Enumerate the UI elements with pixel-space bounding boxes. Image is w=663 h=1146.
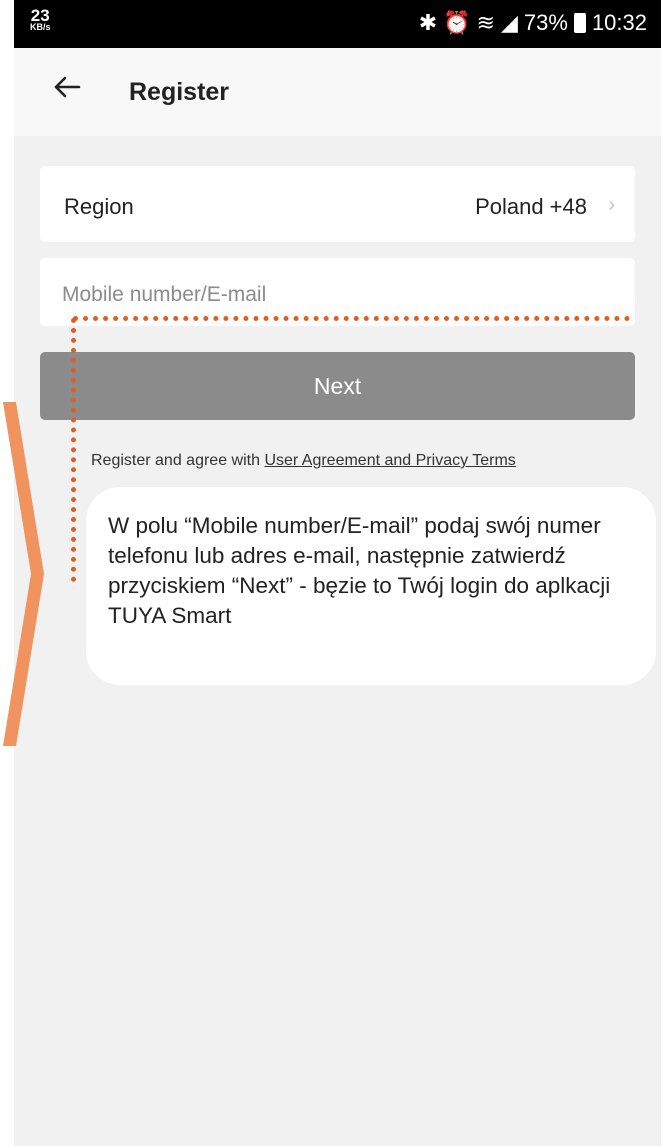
mobile-email-input[interactable]	[60, 276, 604, 314]
back-arrow-icon[interactable]	[52, 72, 82, 102]
app-bar: Register	[14, 48, 661, 136]
region-label: Region	[64, 194, 134, 219]
chevron-right-icon: ›	[608, 194, 615, 216]
page-title: Register	[129, 78, 230, 106]
annotation-chevron-arrow-icon	[3, 402, 44, 746]
annotation-dotted-line-horizontal	[73, 316, 630, 321]
network-speed: 23 KB/s	[30, 7, 51, 32]
status-icons: ✱ ⏰ ≋ ◢ 73% 10:32	[419, 10, 647, 36]
annotation-dotted-line-vertical	[71, 318, 76, 582]
alarm-icon: ⏰	[443, 10, 471, 35]
battery-percent: 73%	[523, 10, 568, 35]
clock: 10:32	[591, 10, 647, 35]
agreement-prefix: Register and agree with	[91, 452, 265, 469]
wifi-icon: ≋	[476, 10, 495, 35]
annotation-bubble: W polu “Mobile number/E-mail” podaj swój…	[86, 487, 656, 685]
agreement-text: Register and agree with User Agreement a…	[91, 452, 516, 470]
signal-icon: ◢	[500, 10, 518, 35]
next-button[interactable]: Next	[40, 352, 635, 420]
network-speed-unit: KB/s	[30, 22, 51, 32]
region-value: Poland +48	[475, 194, 587, 219]
annotation-text: W polu “Mobile number/E-mail” podaj swój…	[108, 513, 611, 628]
region-selector[interactable]: Region Poland +48 ›	[40, 166, 635, 242]
battery-icon	[573, 13, 586, 33]
user-agreement-link[interactable]: User Agreement and Privacy Terms	[264, 452, 515, 469]
bluetooth-icon: ✱	[418, 10, 438, 35]
status-bar: 23 KB/s ✱ ⏰ ≋ ◢ 73% 10:32	[14, 0, 661, 48]
